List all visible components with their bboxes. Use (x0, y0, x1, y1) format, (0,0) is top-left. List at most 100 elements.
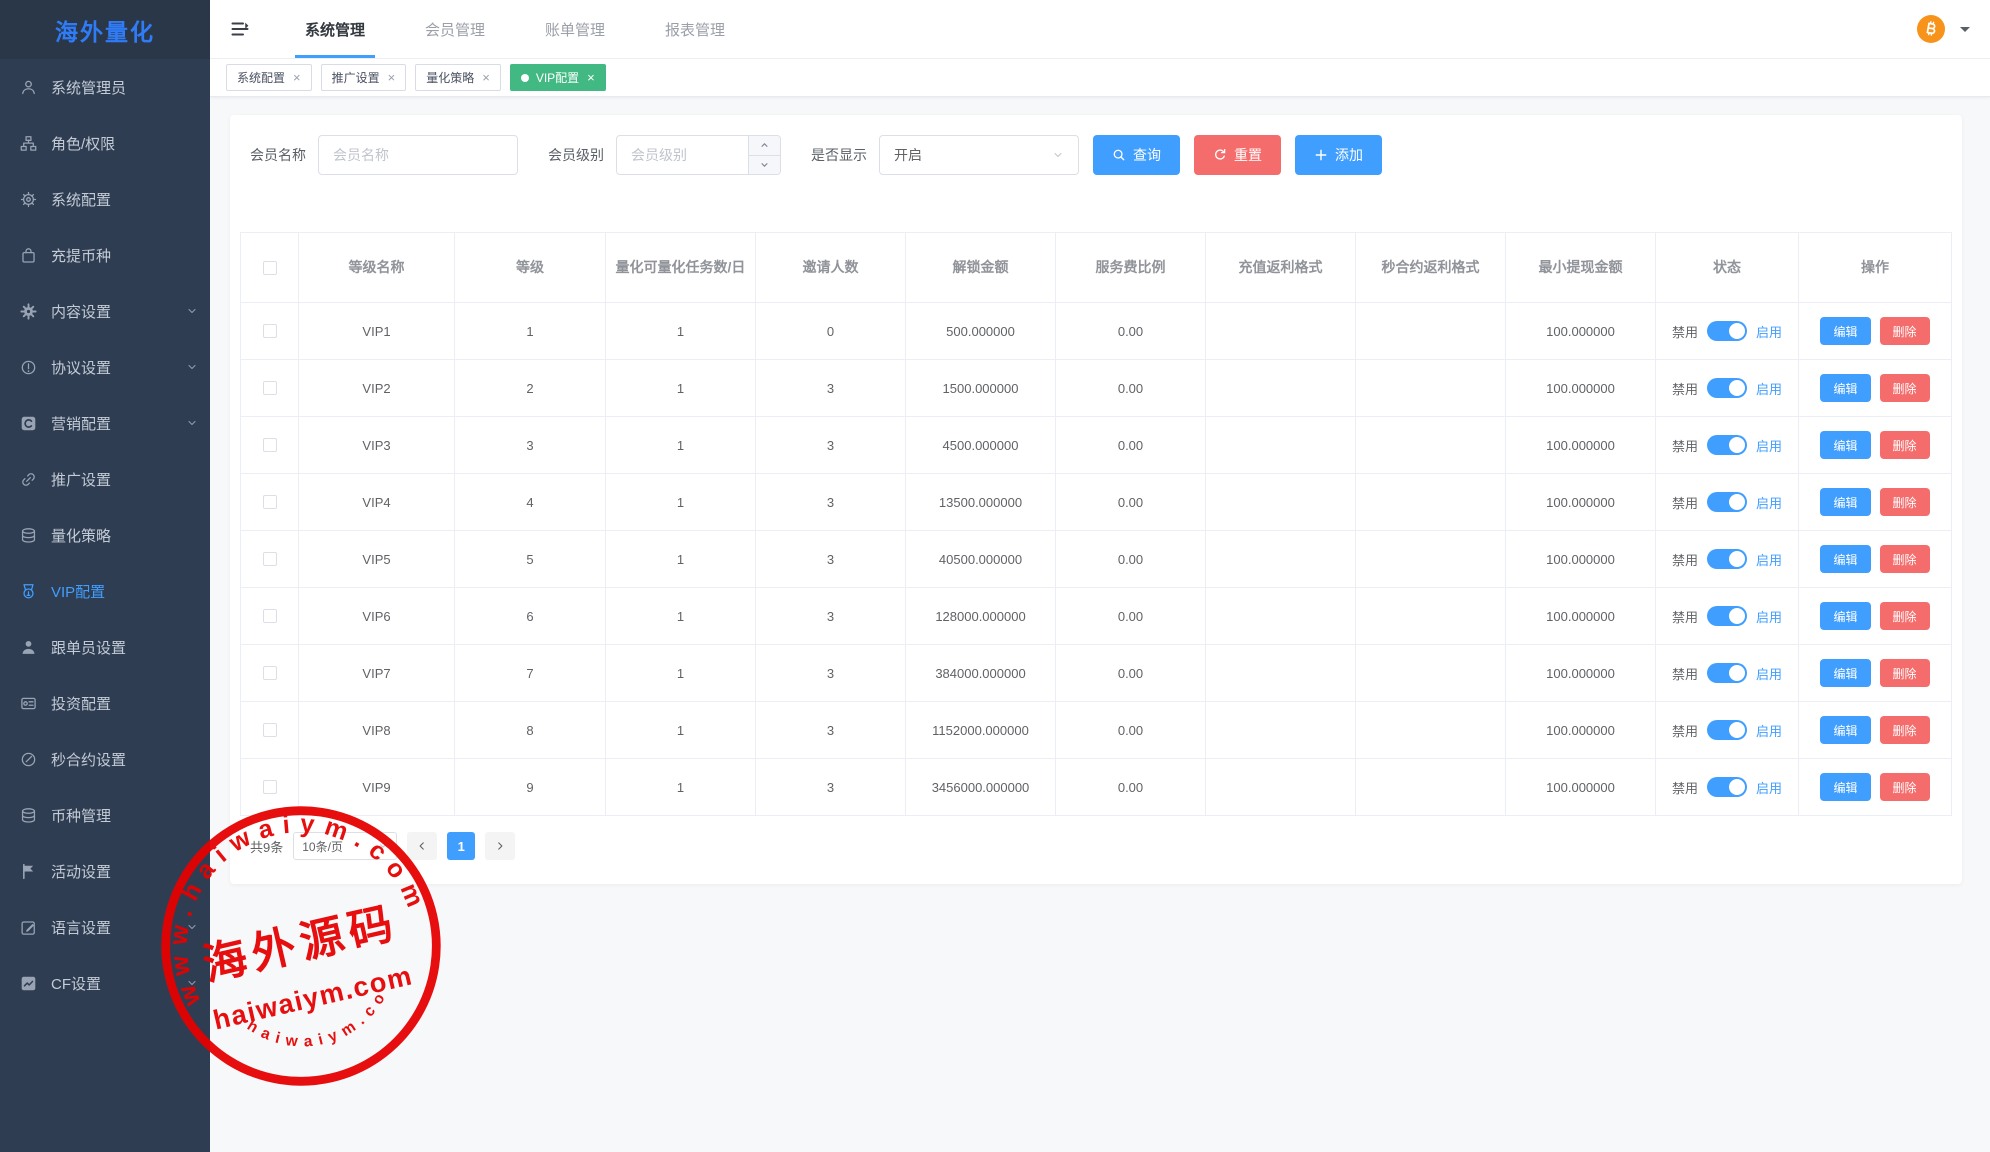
sidebar-item[interactable]: 语言设置 (0, 899, 210, 955)
status-toggle[interactable] (1707, 549, 1747, 569)
chart-icon (20, 975, 37, 992)
reset-button[interactable]: 重置 (1194, 135, 1281, 175)
topnav-item[interactable]: 会员管理 (395, 0, 515, 58)
row-checkbox[interactable] (263, 552, 277, 566)
sidebar-item[interactable]: 充提币种 (0, 227, 210, 283)
delete-button[interactable]: 删除 (1880, 431, 1930, 459)
sidebar-item[interactable]: CF设置 (0, 955, 210, 1011)
tag-close-icon[interactable]: × (587, 71, 595, 84)
member-level-input[interactable]: 会员级别 (616, 135, 781, 175)
edit-button[interactable]: 编辑 (1820, 659, 1870, 687)
edit-button[interactable]: 编辑 (1820, 716, 1870, 744)
row-checkbox[interactable] (263, 495, 277, 509)
status-toggle[interactable] (1707, 606, 1747, 626)
status-label-off: 禁用 (1672, 379, 1698, 398)
row-checkbox[interactable] (263, 723, 277, 737)
row-checkbox[interactable] (263, 324, 277, 338)
row-checkbox[interactable] (263, 609, 277, 623)
table-cell: 500.000000 (906, 303, 1056, 360)
person-solid-icon (20, 639, 37, 656)
table-cell: VIP4 (299, 474, 455, 531)
add-button[interactable]: 添加 (1295, 135, 1382, 175)
edit-button[interactable]: 编辑 (1820, 545, 1870, 573)
cell-status: 禁用启用 (1656, 588, 1799, 645)
search-button[interactable]: 查询 (1093, 135, 1180, 175)
sidebar-item[interactable]: 系统配置 (0, 171, 210, 227)
sidebar-item[interactable]: 秒合约设置 (0, 731, 210, 787)
display-select[interactable]: 开启 (879, 135, 1079, 175)
page-size-select[interactable]: 10条/页 (293, 832, 397, 860)
topnav-item[interactable]: 系统管理 (275, 0, 395, 58)
dropdown-caret-icon[interactable] (1960, 27, 1970, 37)
topnav-item[interactable]: 报表管理 (635, 0, 755, 58)
next-page-button[interactable] (485, 832, 515, 860)
tag-chip[interactable]: 推广设置× (321, 64, 407, 91)
delete-button[interactable]: 删除 (1880, 659, 1930, 687)
tag-close-icon[interactable]: × (293, 71, 301, 84)
sitemap-icon (20, 135, 37, 152)
stepper-down-button[interactable] (749, 156, 780, 175)
watermark-center-text: 海外源码 (198, 898, 402, 990)
edit-button[interactable]: 编辑 (1820, 773, 1870, 801)
sidebar-item[interactable]: 系统管理员 (0, 59, 210, 115)
sidebar-item[interactable]: VIP配置 (0, 563, 210, 619)
delete-button[interactable]: 删除 (1880, 488, 1930, 516)
table-cell: 3 (756, 474, 906, 531)
delete-button[interactable]: 删除 (1880, 773, 1930, 801)
edit-button[interactable]: 编辑 (1820, 488, 1870, 516)
edit-button[interactable]: 编辑 (1820, 374, 1870, 402)
page-1-button[interactable]: 1 (447, 832, 475, 860)
tag-close-icon[interactable]: × (388, 71, 396, 84)
member-name-input[interactable]: 会员名称 (318, 135, 518, 175)
status-toggle[interactable] (1707, 720, 1747, 740)
sidebar-item[interactable]: 营销配置 (0, 395, 210, 451)
tag-chip[interactable]: 系统配置× (226, 64, 312, 91)
table-cell: 0 (756, 303, 906, 360)
status-toggle[interactable] (1707, 777, 1747, 797)
edit-button[interactable]: 编辑 (1820, 317, 1870, 345)
delete-button[interactable]: 删除 (1880, 716, 1930, 744)
tag-chip[interactable]: VIP配置× (510, 64, 606, 91)
status-toggle[interactable] (1707, 663, 1747, 683)
table-cell: 13500.000000 (906, 474, 1056, 531)
sidebar-item[interactable]: 量化策略 (0, 507, 210, 563)
tag-chip[interactable]: 量化策略× (415, 64, 501, 91)
tag-close-icon[interactable]: × (482, 71, 490, 84)
sidebar-item[interactable]: 推广设置 (0, 451, 210, 507)
prev-page-button[interactable] (407, 832, 437, 860)
select-all-checkbox[interactable] (263, 261, 277, 275)
status-label-on: 启用 (1756, 436, 1782, 455)
sidebar-item[interactable]: 跟单员设置 (0, 619, 210, 675)
stepper-up-button[interactable] (749, 136, 780, 156)
edit-button[interactable]: 编辑 (1820, 431, 1870, 459)
table-cell: 3 (756, 531, 906, 588)
sidebar-item[interactable]: 活动设置 (0, 843, 210, 899)
table-cell: 6 (455, 588, 606, 645)
status-toggle[interactable] (1707, 435, 1747, 455)
row-checkbox[interactable] (263, 666, 277, 680)
hamburger-icon[interactable] (230, 19, 250, 39)
edit-button[interactable]: 编辑 (1820, 602, 1870, 630)
sidebar-item[interactable]: 内容设置 (0, 283, 210, 339)
sidebar-item[interactable]: 币种管理 (0, 787, 210, 843)
delete-button[interactable]: 删除 (1880, 545, 1930, 573)
delete-button[interactable]: 删除 (1880, 374, 1930, 402)
sidebar-item[interactable]: 协议设置 (0, 339, 210, 395)
row-checkbox[interactable] (263, 780, 277, 794)
sidebar-item[interactable]: 投资配置 (0, 675, 210, 731)
status-label-on: 启用 (1756, 493, 1782, 512)
status-toggle[interactable] (1707, 321, 1747, 341)
sidebar-item[interactable]: 角色/权限 (0, 115, 210, 171)
status-toggle[interactable] (1707, 492, 1747, 512)
bitcoin-avatar[interactable] (1917, 15, 1945, 43)
delete-button[interactable]: 删除 (1880, 602, 1930, 630)
table-cell: 1152000.000000 (906, 702, 1056, 759)
topnav-item[interactable]: 账单管理 (515, 0, 635, 58)
delete-button[interactable]: 删除 (1880, 317, 1930, 345)
status-label-off: 禁用 (1672, 436, 1698, 455)
row-checkbox[interactable] (263, 438, 277, 452)
sidebar-item-label: 系统管理员 (51, 77, 126, 98)
status-toggle[interactable] (1707, 378, 1747, 398)
row-checkbox[interactable] (263, 381, 277, 395)
cell-actions: 编辑删除 (1799, 531, 1951, 588)
